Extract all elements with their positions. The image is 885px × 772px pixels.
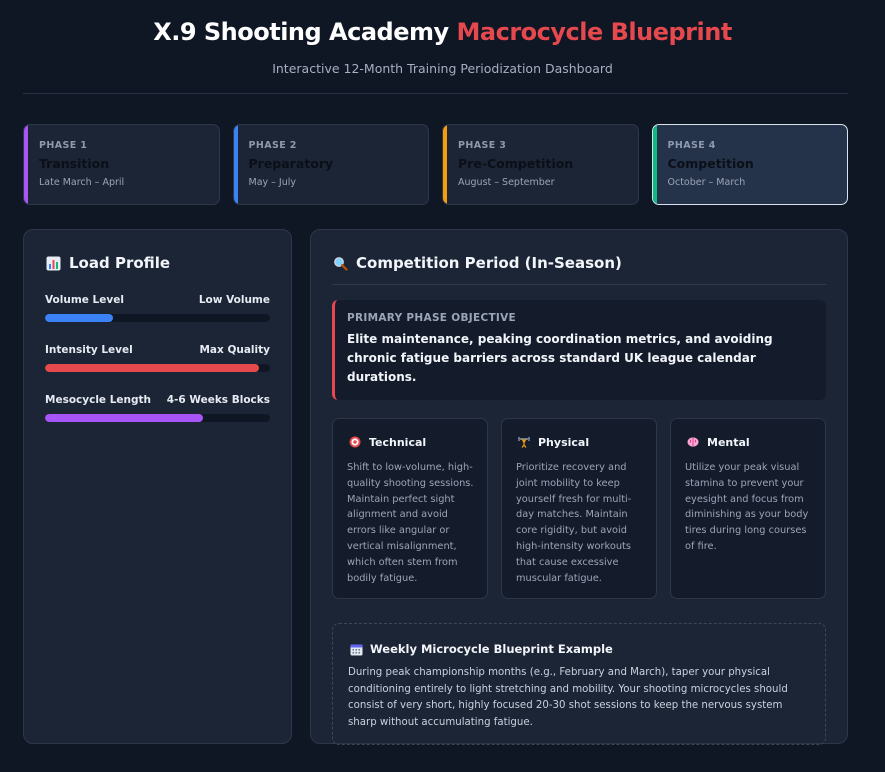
weightlifter-icon — [516, 434, 532, 450]
phase-dates: Late March – April — [39, 177, 125, 188]
metric-label: Mesocycle Length — [45, 394, 151, 406]
phase-name: Competition — [667, 156, 754, 171]
load-profile-card: Load Profile Volume Level Low Volume Int… — [23, 229, 292, 744]
metric-label: Volume Level — [45, 294, 124, 306]
phase-name: Transition — [39, 156, 110, 171]
metric-mesocycle: Mesocycle Length 4-6 Weeks Blocks — [45, 394, 270, 422]
metric-value: Low Volume — [198, 294, 270, 306]
weekly-microcycle-box: Weekly Microcycle Blueprint Example Duri… — [332, 623, 826, 745]
title-accent: Macrocycle Blueprint — [456, 18, 733, 46]
phase-card-transition[interactable]: PHASE 1 Transition Late March – April — [23, 124, 220, 205]
objective-text: Elite maintenance, peaking coordination … — [347, 332, 773, 384]
phase-card-pre-competition[interactable]: PHASE 3 Pre-Competition August – Septemb… — [442, 124, 639, 205]
pillar-title: Physical — [538, 435, 590, 449]
metric-value: Max Quality — [199, 344, 270, 356]
metric-bar-track — [45, 364, 270, 372]
primary-objective: PRIMARY PHASE OBJECTIVE Elite maintenanc… — [332, 300, 826, 400]
training-pillars: Technical Shift to low-volume, high-qual… — [332, 418, 826, 599]
phase-number: PHASE 4 — [667, 140, 716, 151]
pillar-technical: Technical Shift to low-volume, high-qual… — [332, 418, 488, 599]
pillar-text: Prioritize recovery and joint mobility t… — [516, 462, 632, 584]
page-header: X.9 Shooting Academy Macrocycle Blueprin… — [0, 0, 885, 76]
metric-label: Intensity Level — [45, 344, 133, 356]
pillar-title: Mental — [707, 435, 750, 449]
header-divider — [23, 93, 848, 94]
bar-chart-icon — [45, 255, 61, 271]
objective-label: PRIMARY PHASE OBJECTIVE — [347, 312, 517, 324]
pillar-title: Technical — [369, 435, 427, 449]
page-subtitle: Interactive 12-Month Training Periodizat… — [272, 61, 613, 76]
metric-intensity: Intensity Level Max Quality — [45, 344, 270, 372]
metric-bar-track — [45, 414, 270, 422]
title-main: X.9 Shooting Academy — [153, 18, 449, 46]
phase-name: Preparatory — [248, 156, 334, 171]
magnifier-icon — [332, 255, 348, 271]
phase-dates: May – July — [248, 177, 297, 188]
pillar-text: Utilize your peak visual stamina to prev… — [685, 462, 809, 552]
phase-dates: August – September — [458, 177, 555, 188]
volume-bar-fill — [45, 314, 113, 322]
calendar-icon — [348, 641, 364, 657]
phase-selector: PHASE 1 Transition Late March – April PH… — [23, 124, 848, 205]
phase-number: PHASE 3 — [458, 140, 507, 151]
phase-card-competition[interactable]: PHASE 4 Competition October – March — [651, 124, 848, 205]
metric-volume: Volume Level Low Volume — [45, 294, 270, 322]
phase-dates: October – March — [667, 177, 746, 188]
phase-name: Pre-Competition — [458, 156, 574, 171]
load-profile-label: Load Profile — [69, 254, 171, 272]
phase-number: PHASE 1 — [39, 140, 88, 151]
detail-title-label: Competition Period (In-Season) — [356, 254, 622, 272]
load-profile-title: Load Profile — [45, 254, 270, 272]
micro-text: During peak championship months (e.g., F… — [348, 667, 788, 728]
brain-icon — [685, 434, 701, 450]
phase-detail-card: Competition Period (In-Season) PRIMARY P… — [310, 229, 848, 745]
micro-title: Weekly Microcycle Blueprint Example — [370, 642, 613, 656]
metric-value: 4-6 Weeks Blocks — [166, 394, 270, 406]
pillar-text: Shift to low-volume, high-quality shooti… — [347, 462, 474, 584]
phase-card-preparatory[interactable]: PHASE 2 Preparatory May – July — [232, 124, 429, 205]
phase-number: PHASE 2 — [248, 140, 297, 151]
pillar-mental: Mental Utilize your peak visual stamina … — [670, 418, 826, 599]
intensity-bar-fill — [45, 364, 259, 372]
detail-title: Competition Period (In-Season) — [332, 254, 826, 285]
metric-bar-track — [45, 314, 270, 322]
pillar-physical: Physical Prioritize recovery and joint m… — [501, 418, 657, 599]
mesocycle-bar-fill — [45, 414, 203, 422]
page-title: X.9 Shooting Academy Macrocycle Blueprin… — [0, 17, 885, 47]
target-icon — [347, 434, 363, 450]
